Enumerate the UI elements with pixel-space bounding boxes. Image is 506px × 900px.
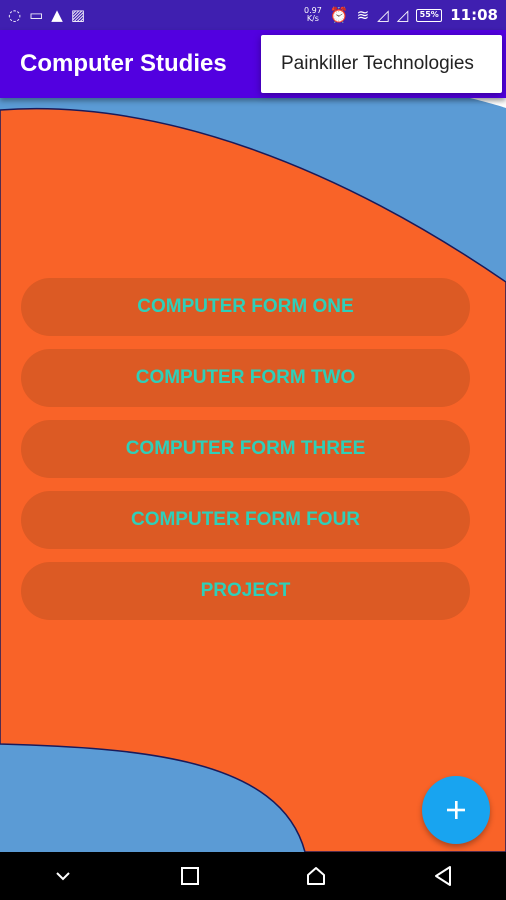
image-icon: ▨ [70, 5, 86, 24]
battery-icon: 55% [416, 8, 443, 22]
button-label: COMPUTER FORM ONE [137, 296, 354, 317]
computer-form-one-button[interactable]: COMPUTER FORM ONE [21, 278, 470, 336]
signal-icon: ◿ [377, 5, 389, 24]
sync-icon: ◌ [8, 5, 22, 24]
button-label: PROJECT [200, 580, 291, 601]
clock: 11:08 [450, 6, 498, 24]
android-icon: ▲ [51, 5, 63, 24]
overflow-menu: Painkiller Technologies [261, 35, 502, 93]
network-speed: 0.97 K/s [304, 7, 322, 23]
navigation-bar [0, 852, 506, 900]
signal-icon-2: ◿ [396, 5, 409, 24]
nav-home-button[interactable] [286, 852, 346, 900]
computer-form-two-button[interactable]: COMPUTER FORM TWO [21, 349, 470, 407]
computer-form-three-button[interactable]: COMPUTER FORM THREE [21, 420, 470, 478]
system-icons: 0.97 K/s ⏰ ≋ ◿ ◿ 55% 11:08 [304, 6, 498, 24]
menu-item-painkiller-technologies[interactable]: Painkiller Technologies [281, 53, 474, 75]
nav-back-button[interactable] [413, 852, 473, 900]
computer-form-four-button[interactable]: COMPUTER FORM FOUR [21, 491, 470, 549]
app-title: Computer Studies [20, 50, 227, 77]
nav-recents-button[interactable] [160, 852, 220, 900]
menu-buttons: COMPUTER FORM ONE COMPUTER FORM TWO COMP… [21, 278, 470, 633]
project-button[interactable]: PROJECT [21, 562, 470, 620]
notification-icons: ◌ ▭ ▲ ▨ [8, 5, 86, 24]
recents-square-icon [180, 867, 199, 885]
network-speed-unit: K/s [306, 14, 319, 23]
button-label: COMPUTER FORM THREE [125, 438, 366, 459]
message-icon: ▭ [29, 5, 44, 24]
plus-icon [447, 801, 465, 819]
chevron-down-icon [56, 872, 70, 881]
button-label: COMPUTER FORM FOUR [130, 509, 361, 530]
button-label: COMPUTER FORM TWO [135, 367, 356, 388]
back-triangle-icon [434, 866, 451, 886]
status-bar: ◌ ▭ ▲ ▨ 0.97 K/s ⏰ ≋ ◿ ◿ 55% 11:08 [0, 0, 506, 30]
home-icon [307, 867, 326, 885]
wifi-icon: ≋ [356, 5, 370, 24]
nav-dropdown-button[interactable] [33, 852, 93, 900]
app-bar: Computer Studies Painkiller Technologies [0, 30, 506, 98]
alarm-icon: ⏰ [329, 5, 349, 24]
add-fab-button[interactable] [422, 776, 490, 844]
